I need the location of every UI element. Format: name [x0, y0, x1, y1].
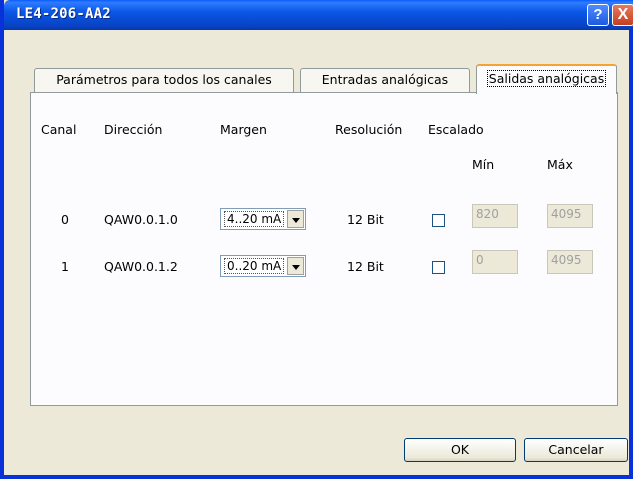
range-select-value: 0..20 mA — [224, 258, 284, 274]
address-value: QAW0.0.1.0 — [104, 212, 178, 227]
help-button[interactable]: ? — [587, 4, 609, 26]
cancel-button-label: Cancelar — [548, 442, 604, 457]
column-header-address: Dirección — [104, 122, 163, 137]
range-select[interactable]: 4..20 mA — [220, 208, 306, 230]
column-header-range: Margen — [220, 122, 267, 137]
tab-analog-inputs[interactable]: Entradas analógicas — [300, 68, 470, 92]
close-button[interactable]: X — [612, 4, 633, 26]
min-value: 820 — [476, 207, 499, 221]
ok-button-label: OK — [450, 442, 470, 457]
min-field: 0 — [472, 250, 518, 274]
ok-button[interactable]: OK — [404, 438, 516, 462]
tab-label: Salidas analógicas — [486, 70, 607, 87]
scaling-checkbox[interactable] — [432, 214, 445, 227]
resolution-value: 12 Bit — [347, 212, 384, 227]
max-value: 4095 — [551, 207, 582, 221]
max-field: 4095 — [547, 250, 593, 274]
column-header-scaling: Escalado — [428, 122, 484, 137]
column-header-max: Máx — [547, 157, 573, 172]
scaling-checkbox[interactable] — [432, 261, 445, 274]
help-icon: ? — [593, 6, 603, 23]
dialog-window: LE4-206-AA2 ? X Parámetros para todos lo… — [0, 0, 633, 479]
tab-label: Parámetros para todos los canales — [56, 72, 272, 87]
channel-number: 0 — [61, 212, 69, 227]
column-header-resolution: Resolución — [335, 122, 403, 137]
chevron-down-icon[interactable] — [287, 210, 304, 228]
range-select[interactable]: 0..20 mA — [220, 255, 306, 277]
column-header-min: Mín — [472, 157, 495, 172]
tab-label: Entradas analógicas — [321, 72, 449, 87]
chevron-down-icon[interactable] — [287, 257, 304, 275]
min-field: 820 — [472, 204, 518, 228]
min-value: 0 — [476, 253, 484, 267]
analog-outputs-panel: Canal Dirección Margen Resolución Escala… — [30, 92, 618, 406]
max-field: 4095 — [547, 204, 593, 228]
window-title: LE4-206-AA2 — [16, 6, 111, 22]
tab-parameters-all-channels[interactable]: Parámetros para todos los canales — [34, 68, 294, 92]
column-header-channel: Canal — [41, 122, 77, 137]
tab-analog-outputs[interactable]: Salidas analógicas — [476, 64, 617, 94]
cancel-button[interactable]: Cancelar — [524, 438, 628, 462]
title-bar[interactable]: LE4-206-AA2 ? X — [4, 0, 633, 30]
resolution-value: 12 Bit — [347, 259, 384, 274]
max-value: 4095 — [551, 253, 582, 267]
channel-number: 1 — [61, 259, 69, 274]
close-icon: X — [617, 6, 629, 23]
address-value: QAW0.0.1.2 — [104, 259, 178, 274]
range-select-value: 4..20 mA — [224, 211, 284, 227]
